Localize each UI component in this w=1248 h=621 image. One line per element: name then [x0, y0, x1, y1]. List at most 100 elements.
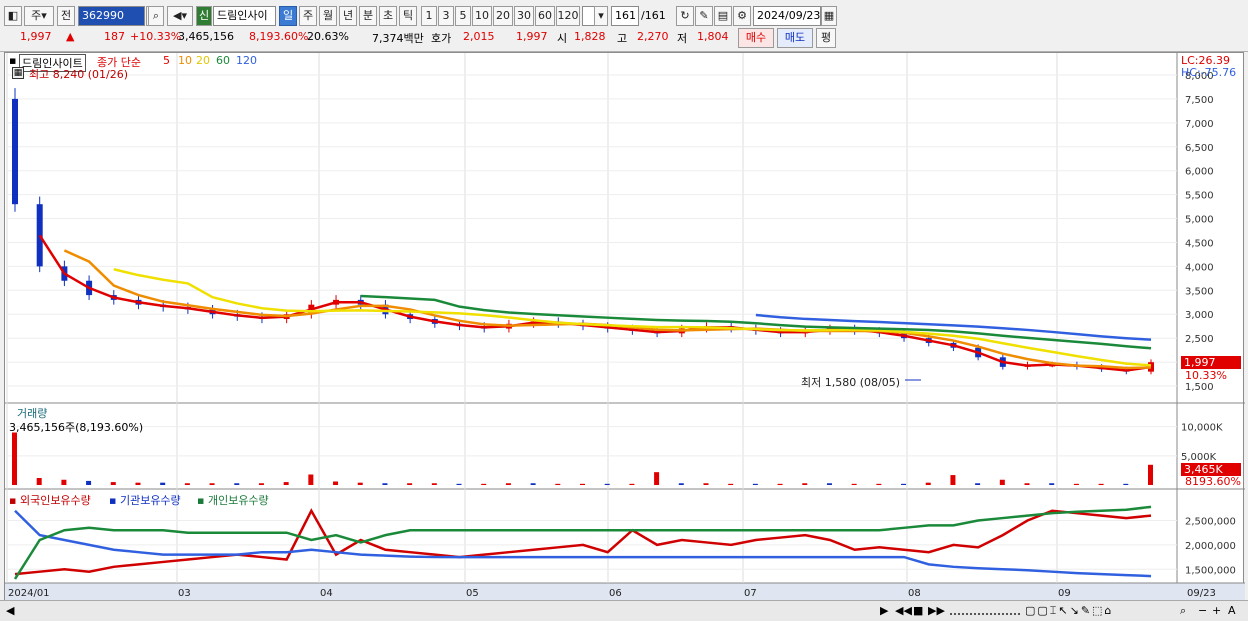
y-tick-label: 2,000,000 — [1185, 541, 1236, 552]
date-input[interactable]: 2024/09/23 — [753, 6, 821, 26]
volume-bar — [234, 483, 240, 485]
period-month[interactable]: 월 — [319, 6, 337, 26]
zoom-slider[interactable] — [950, 603, 1020, 615]
y-tick-label: 1,500,000 — [1185, 565, 1236, 576]
volume-bar — [431, 483, 437, 485]
code-input[interactable]: 362990 — [78, 6, 145, 26]
volume-bar — [876, 483, 882, 485]
stop-icon[interactable]: ■ — [913, 604, 923, 617]
chart-area[interactable]: 2024/01 03 04 05 06 07 08 09 09/23 8,000 7,500 7,00… — [4, 52, 1245, 601]
volume-bar — [530, 483, 536, 485]
interval-1[interactable]: 1 — [421, 6, 437, 26]
period-day[interactable]: 일 — [279, 6, 297, 26]
volume-bar — [1049, 483, 1055, 485]
refresh-icon[interactable]: ↻ — [676, 6, 694, 26]
calendar-icon[interactable]: ▦ — [821, 6, 837, 26]
window-icon[interactable]: ◧ — [4, 6, 22, 26]
volume-bar — [703, 483, 709, 485]
x-tick-label: 09/23 — [1187, 588, 1216, 599]
new-badge: 신 — [196, 6, 212, 26]
scroll-left-icon[interactable]: ◀ — [6, 604, 14, 617]
sell-button[interactable]: 매도 — [777, 28, 813, 48]
low-note: 최저 1,580 (08/05) — [801, 376, 901, 389]
y-tick-label: 4,500 — [1185, 238, 1214, 249]
sound-icon[interactable]: ◀▾ — [167, 6, 193, 26]
y-tick-label: 3,000 — [1185, 310, 1214, 321]
interval-3[interactable]: 3 — [438, 6, 454, 26]
interval-20[interactable]: 20 — [493, 6, 513, 26]
ma-line-5 — [38, 234, 1152, 372]
market-select[interactable]: 주▾ — [24, 6, 54, 26]
forward-icon[interactable]: ▶▶ — [928, 604, 945, 617]
minus-icon[interactable]: − — [1198, 604, 1207, 617]
grid-icon[interactable]: ▦ — [12, 67, 24, 79]
plus-icon[interactable]: + — [1212, 604, 1221, 617]
y-tick-label: 5,000K — [1181, 452, 1217, 463]
bid1: 2,015 — [463, 30, 495, 43]
x-tick-label: 04 — [320, 588, 333, 599]
y-tick-label: 3,500 — [1185, 286, 1214, 297]
y-tick-label: 7,500 — [1185, 95, 1214, 106]
market-label: 주 — [31, 9, 42, 22]
save-icon[interactable]: ▤ — [714, 6, 732, 26]
current-pct-tag: 10.33% — [1185, 369, 1227, 382]
volume-bar — [802, 483, 808, 485]
volume-bar — [61, 479, 67, 485]
period-minute[interactable]: 분 — [359, 6, 377, 26]
volume-bar — [505, 483, 511, 485]
hc-label: HC:-75.76 — [1181, 66, 1237, 79]
change-pct: +10.33% — [130, 30, 182, 43]
interval-10[interactable]: 10 — [472, 6, 492, 26]
interval-60[interactable]: 60 — [535, 6, 555, 26]
open: 1,828 — [574, 30, 606, 43]
chart-svg: 2024/01 03 04 05 06 07 08 09 09/238,0007,5007,00… — [5, 53, 1245, 601]
period-toggle[interactable]: 전 — [57, 6, 75, 26]
period-week[interactable]: 주 — [299, 6, 317, 26]
x-tick-label: 06 — [609, 588, 622, 599]
volume-bar — [1073, 483, 1079, 485]
volume-bar — [975, 483, 981, 485]
bottom-toolbar: ◀ ▶ ◀◀ ■ ▶▶ ▢▢⌶↖↘✎⬚⌂ ⌕ − + A — [0, 600, 1248, 621]
interval-120[interactable]: 120 — [556, 6, 580, 26]
period-second[interactable]: 초 — [379, 6, 397, 26]
zoom-icon[interactable]: ⌕ — [1180, 604, 1186, 618]
period-year[interactable]: 년 — [339, 6, 357, 26]
y-tick-label: 2,500,000 — [1185, 517, 1236, 528]
interval-5[interactable]: 5 — [455, 6, 471, 26]
buy-button[interactable]: 매수 — [738, 28, 774, 48]
interval-dropdown[interactable]: ▾ — [594, 6, 608, 26]
holding-legend-foreign: ▪ 외국인보유수량 — [9, 494, 91, 507]
volume-bar — [283, 482, 289, 485]
volume-bar — [1024, 483, 1030, 485]
drawing-tools[interactable]: ▢▢⌶↖↘✎⬚⌂ — [1025, 604, 1113, 618]
draw-icon[interactable]: ✎ — [695, 6, 713, 26]
volume-bar — [135, 482, 141, 485]
interval-30[interactable]: 30 — [514, 6, 534, 26]
volume-bar — [110, 482, 116, 485]
ma-60: 60 — [216, 54, 230, 67]
volume-bar — [678, 483, 684, 485]
x-tick-label: 08 — [908, 588, 921, 599]
volume-bar — [160, 482, 166, 485]
x-tick-label: 03 — [178, 588, 191, 599]
count-input[interactable]: 161 — [611, 6, 639, 26]
search-icon[interactable]: ⌕ — [148, 6, 164, 26]
play-icon[interactable]: ▶ — [880, 604, 888, 617]
rewind-icon[interactable]: ◀◀ — [895, 604, 912, 617]
x-tick-label: 09 — [1058, 588, 1071, 599]
volume-bar — [333, 481, 339, 485]
gear-icon[interactable]: ⚙ — [733, 6, 751, 26]
y-tick-label: 4,000 — [1185, 262, 1214, 273]
period-tick[interactable]: 틱 — [399, 6, 417, 26]
volume-bar — [999, 479, 1005, 485]
turnover-pct: 20.63% — [307, 30, 349, 43]
font-icon[interactable]: A — [1228, 604, 1236, 617]
ma-120: 120 — [236, 54, 257, 67]
volume-bar — [950, 475, 956, 485]
eval-button[interactable]: 평 — [816, 28, 836, 48]
volume-bar — [456, 483, 462, 485]
y-tick-label: 10,000K — [1181, 423, 1223, 434]
volume-bar — [382, 483, 388, 485]
ma-5: 5 — [163, 54, 170, 67]
indiv-label: 개인보유수량 — [207, 494, 269, 507]
